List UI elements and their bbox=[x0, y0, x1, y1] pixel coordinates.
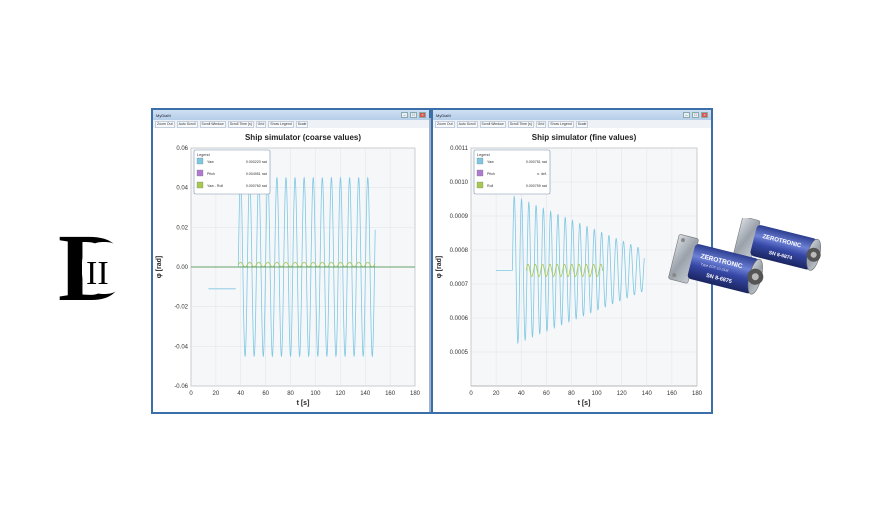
x-tick-label: 0 bbox=[469, 391, 473, 397]
zoom-out-button[interactable]: Zoom Out bbox=[435, 120, 455, 128]
chart-title: Ship simulator (coarse values) bbox=[245, 133, 361, 142]
legend-item-value: 0.000760 rad bbox=[246, 184, 267, 188]
x-tick-label: 180 bbox=[692, 391, 703, 397]
y-tick-label: -0.02 bbox=[174, 305, 188, 311]
sensor-product-image: ZEROTRONIC SN 8-6874 ZEROTRONIC Type ZOT… bbox=[668, 218, 821, 295]
scroll-window-button[interactable]: Scroll Window bbox=[479, 120, 506, 128]
legend-item-value: 0.000759 rad bbox=[526, 184, 547, 188]
x-tick-label: 180 bbox=[410, 391, 421, 397]
y-tick-label: 0.0005 bbox=[450, 350, 469, 356]
legend-item-name: Pitch bbox=[207, 172, 215, 176]
x-tick-label: 20 bbox=[493, 391, 500, 397]
y-tick-label: 0.00 bbox=[176, 265, 188, 271]
window-title: MyDiaM bbox=[436, 112, 451, 118]
y-tick-label: 0.04 bbox=[176, 186, 188, 192]
y-tick-label: 0.0009 bbox=[450, 214, 469, 220]
scale-button[interactable]: Scale bbox=[295, 120, 309, 128]
legend-item-name: Yaw bbox=[487, 160, 494, 164]
x-tick-label: 100 bbox=[310, 391, 321, 397]
legend-title: Legend bbox=[477, 153, 490, 157]
y-tick-label: 0.02 bbox=[176, 225, 188, 231]
legend-item-name: Yaw bbox=[207, 160, 214, 164]
y-tick-label: 0.0011 bbox=[450, 146, 469, 152]
maximize-button[interactable]: □ bbox=[410, 112, 417, 118]
x-axis-label: t [s] bbox=[578, 400, 591, 407]
legend-item-value: 0.000751 rad bbox=[526, 160, 547, 164]
x-tick-label: 160 bbox=[385, 391, 396, 397]
x-tick-label: 0 bbox=[189, 391, 193, 397]
y-tick-label: 0.0007 bbox=[450, 282, 469, 288]
x-tick-label: 140 bbox=[360, 391, 371, 397]
window-title: MyDiaM bbox=[156, 112, 171, 118]
x-tick-label: 160 bbox=[667, 391, 678, 397]
x-tick-label: 60 bbox=[543, 391, 550, 397]
maximize-button[interactable]: □ bbox=[692, 112, 699, 118]
legend-item-name: Yaw - Roll bbox=[207, 184, 223, 188]
x-axis-label: t [s] bbox=[297, 400, 310, 407]
y-tick-label: 0.0008 bbox=[450, 248, 469, 254]
x-tick-label: 80 bbox=[568, 391, 575, 397]
title-bar: MyDiaM – □ × bbox=[433, 110, 711, 120]
scroll-window-button[interactable]: Scroll Window bbox=[199, 120, 226, 128]
x-tick-label: 100 bbox=[592, 391, 603, 397]
grid-button[interactable]: Grid bbox=[535, 120, 547, 128]
x-tick-label: 40 bbox=[237, 391, 244, 397]
auto-scroll-button[interactable]: Auto Scroll bbox=[456, 120, 478, 128]
x-tick-label: 120 bbox=[335, 391, 346, 397]
legend-title: Legend bbox=[197, 153, 210, 157]
zoom-out-button[interactable]: Zoom Out bbox=[155, 120, 175, 128]
legend-item-value: 0.000220 rad bbox=[246, 160, 267, 164]
x-tick-label: 20 bbox=[213, 391, 220, 397]
auto-scroll-button[interactable]: Auto Scroll bbox=[176, 120, 198, 128]
legend-item-value: n. def. bbox=[537, 172, 547, 176]
legend-swatch bbox=[196, 181, 204, 189]
title-bar: MyDiaM – □ × bbox=[153, 110, 429, 120]
scale-button[interactable]: Scale bbox=[575, 120, 589, 128]
y-tick-label: 0.0010 bbox=[450, 180, 469, 186]
x-tick-label: 60 bbox=[262, 391, 269, 397]
y-tick-label: 0.0006 bbox=[450, 316, 469, 322]
company-logo: D II bbox=[58, 222, 127, 306]
y-axis-label: φ [rad] bbox=[156, 256, 163, 279]
x-tick-label: 40 bbox=[518, 391, 525, 397]
chart-coarse: Ship simulator (coarse values) 0 20 40 60 80 1… bbox=[156, 133, 421, 407]
minimize-button[interactable]: – bbox=[401, 112, 408, 118]
x-tick-label: 140 bbox=[642, 391, 653, 397]
legend-swatch bbox=[476, 157, 484, 165]
y-tick-label: -0.04 bbox=[174, 344, 188, 350]
y-axis-label: φ [rad] bbox=[436, 256, 443, 279]
scroll-time-field[interactable]: Scroll Time [s] bbox=[227, 120, 254, 128]
grid-button[interactable]: Grid bbox=[255, 120, 267, 128]
minimize-button[interactable]: – bbox=[683, 112, 690, 118]
legend-item-value: 0.004951 rad bbox=[246, 172, 267, 176]
legend-item-name: Pitch bbox=[487, 172, 495, 176]
y-tick-label: 0.06 bbox=[176, 146, 188, 152]
chart-title: Ship simulator (fine values) bbox=[532, 133, 637, 142]
legend-swatch bbox=[196, 169, 204, 177]
legend-swatch bbox=[476, 169, 484, 177]
x-tick-label: 120 bbox=[617, 391, 628, 397]
x-tick-label: 80 bbox=[287, 391, 294, 397]
y-tick-label: -0.06 bbox=[174, 384, 188, 390]
legend-swatch bbox=[196, 157, 204, 165]
chart-window-coarse: MyDiaM – □ × Zoom Out Auto Scroll Scroll… bbox=[151, 108, 431, 414]
show-legend-button[interactable]: Show Legend bbox=[548, 120, 574, 128]
show-legend-button[interactable]: Show Legend bbox=[268, 120, 294, 128]
logo-roman-numeral: II bbox=[86, 255, 109, 292]
plot-area: Ship simulator (coarse values) 0 20 40 60 80 1… bbox=[153, 128, 429, 412]
close-button[interactable]: × bbox=[701, 112, 708, 118]
legend-item-name: Roll bbox=[487, 184, 493, 188]
legend-swatch bbox=[476, 181, 484, 189]
scroll-time-field[interactable]: Scroll Time [s] bbox=[507, 120, 534, 128]
close-button[interactable]: × bbox=[419, 112, 426, 118]
